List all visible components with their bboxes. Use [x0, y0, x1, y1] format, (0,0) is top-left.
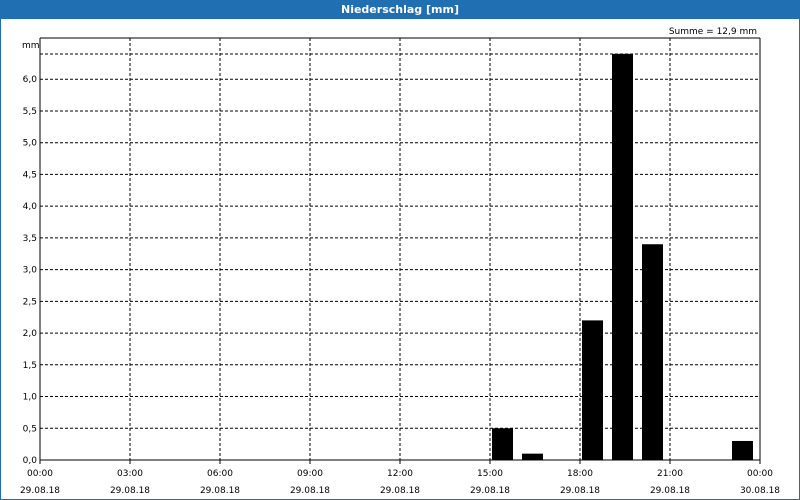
x-tick-date: 29.08.18: [20, 486, 60, 496]
y-axis-label: mm: [22, 41, 40, 51]
x-tick-time: 21:00: [657, 469, 683, 479]
y-tick-label: 1,0: [23, 393, 38, 403]
x-tick-date: 29.08.18: [110, 486, 150, 496]
x-tick-date: 29.08.18: [380, 486, 420, 496]
bar: [612, 53, 633, 461]
x-tick-date: 29.08.18: [470, 486, 510, 496]
x-tick-time: 06:00: [207, 469, 233, 479]
x-tick-date: 30.08.18: [740, 486, 780, 496]
y-tick-label: 2,0: [23, 329, 38, 339]
x-tick-time: 18:00: [567, 469, 593, 479]
y-tick-label: 4,0: [23, 202, 38, 212]
bar: [732, 440, 753, 460]
y-tick-label: 0,5: [23, 424, 37, 434]
x-tick-time: 15:00: [477, 469, 503, 479]
x-tick-time: 00:00: [747, 469, 773, 479]
x-tick-date: 29.08.18: [650, 486, 690, 496]
x-tick-time: 03:00: [117, 469, 143, 479]
bar: [522, 453, 543, 460]
x-tick-time: 09:00: [297, 469, 323, 479]
y-tick-label: 5,5: [23, 107, 37, 117]
x-tick-date: 29.08.18: [560, 486, 600, 496]
bar: [492, 428, 513, 460]
y-tick-label: 2,5: [23, 297, 37, 307]
y-tick-label: 3,0: [23, 266, 38, 276]
y-tick-label: 6,0: [23, 75, 38, 85]
x-tick-date: 29.08.18: [200, 486, 240, 496]
precipitation-chart: 0,0 0,5 1,0 1,5 2,0 2,5 3,0 3,5 4,0 4,5 5,0 5,5 6,0 0…: [20, 27, 780, 496]
x-tick-time: 12:00: [387, 469, 413, 479]
y-tick-label: 5,0: [23, 139, 38, 149]
x-tick-time: 00:00: [27, 469, 53, 479]
y-tick-label: 3,5: [23, 234, 37, 244]
y-tick-label: 1,5: [23, 361, 37, 371]
x-tick-date: 29.08.18: [290, 486, 330, 496]
y-tick-label: 0,0: [23, 456, 38, 466]
y-tick-label: 4,5: [23, 170, 37, 180]
bar: [642, 244, 663, 460]
sum-annotation: Summe = 12,9 mm: [669, 27, 757, 37]
bar: [582, 320, 603, 460]
